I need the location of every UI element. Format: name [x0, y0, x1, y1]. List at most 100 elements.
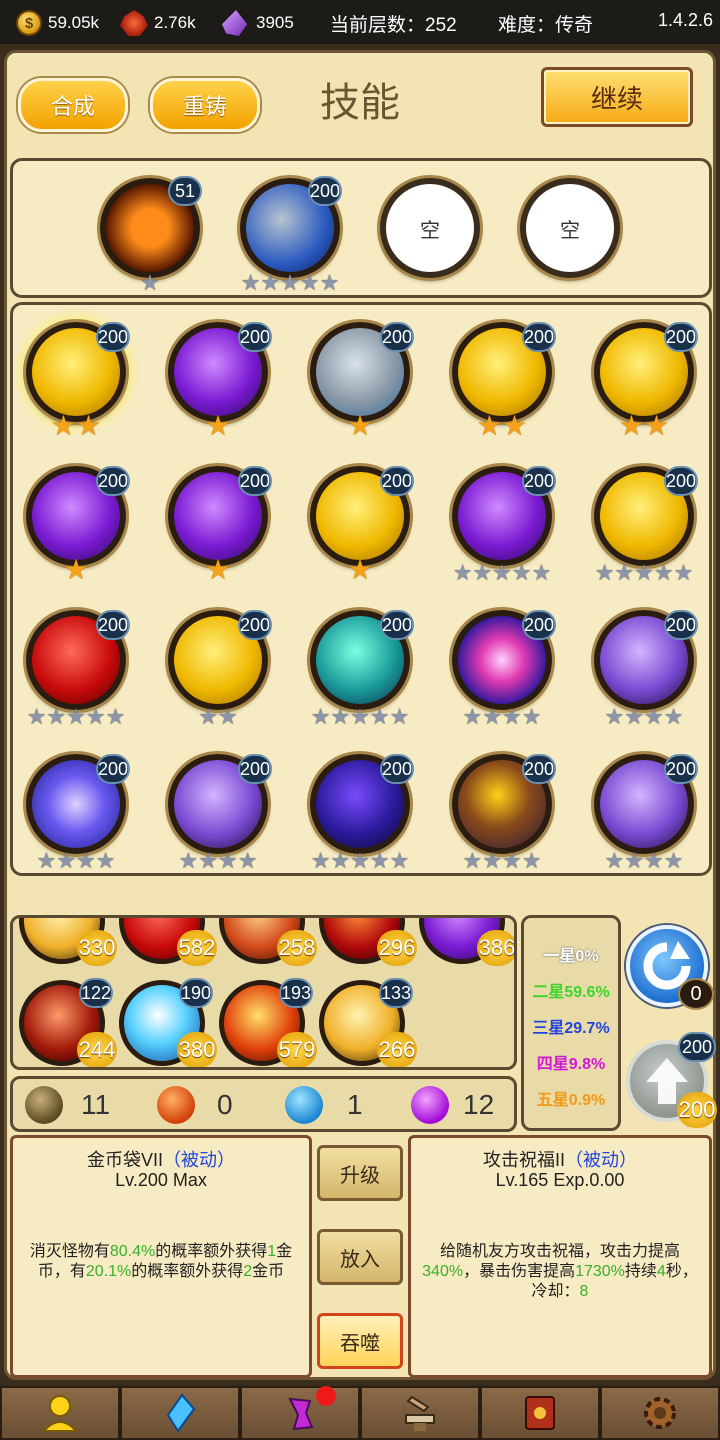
prob-3star: 三星29.7% [532, 1020, 610, 1037]
continue-button[interactable]: 继续 [541, 67, 693, 127]
hero-icon [41, 1395, 79, 1432]
star-icons: ★ [205, 410, 231, 441]
star-icons: ★ [140, 270, 160, 295]
highlight-value: 20.1% [85, 1263, 132, 1280]
skill-count-badge: 330 [77, 930, 117, 966]
skill-inventory[interactable]: 330 582 258 296 386 122 244 190 380 193 579 133 266 [10, 915, 517, 1070]
put-in-button[interactable]: 放入 [317, 1229, 403, 1285]
floor-label: 当前层数：252 [330, 15, 457, 36]
star-rating: ★★★★★ [584, 562, 704, 584]
skill-name-text: 攻击祝福II [482, 1150, 565, 1170]
tab-hero[interactable] [0, 1386, 120, 1440]
selected-skill-card: 金币袋VII（被动） Lv.200 Max 消灭怪物有80.4%的概率额外获得1… [10, 1135, 312, 1378]
tab-gems[interactable] [120, 1386, 240, 1440]
star-rating: ★★ [158, 706, 278, 728]
star-icons: ★★ [198, 704, 238, 729]
tab-settings[interactable] [600, 1386, 720, 1440]
upgrade-button[interactable]: 升级 [317, 1145, 403, 1201]
skill-level-badge: 200 [238, 322, 272, 352]
highlight-value: 340% [422, 1263, 464, 1280]
skill-count-badge: 266 [377, 1032, 417, 1067]
star-icons: ★★★★ [462, 704, 542, 729]
difficulty-label: 难度：传奇 [498, 15, 594, 36]
star-rating: ★ [16, 556, 136, 584]
tab-forge[interactable] [360, 1386, 480, 1440]
star-rating: ★★★★★ [300, 850, 420, 872]
star-rating: ★ [300, 556, 420, 584]
tab-spellbook[interactable] [480, 1386, 600, 1440]
skill-level-badge: 200 [664, 322, 698, 352]
tab-runes[interactable] [240, 1386, 360, 1440]
devour-button[interactable]: 吞噬 [317, 1313, 403, 1369]
page-title: 技能 [320, 81, 400, 125]
star-rating: ★★ [584, 412, 704, 440]
skill-count-badge: 296 [377, 930, 417, 966]
upgrade-cost-badge: 200 [677, 1092, 717, 1128]
recast-button[interactable]: 重铸 [150, 78, 260, 132]
star-rating: ★ [158, 556, 278, 584]
skill-level: Lv.200 Max [115, 1170, 207, 1190]
gem-value: 2.76k [154, 13, 196, 32]
skill-level-badge: 200 [380, 754, 414, 784]
highlight-value: 4 [656, 1263, 666, 1280]
prob-1star: 一星0% [543, 948, 599, 965]
desc-text: 金币 [252, 1263, 285, 1280]
spellbook-icon [525, 1396, 555, 1430]
star-icons: ★★★★ [604, 848, 684, 873]
star-rating: ★★★★★ [230, 272, 350, 294]
star-icons: ★★ [476, 410, 528, 441]
desc-text: 的概率额外获得 [155, 1243, 268, 1260]
merge-button[interactable]: 合成 [18, 78, 128, 132]
star-icons: ★ [63, 554, 89, 585]
star-rating: ★★★★★ [16, 706, 136, 728]
skill-level-badge: 200 [664, 610, 698, 640]
skill-description: 给随机友方攻击祝福，攻击力提高340%，暴击伤害提高1730%持续4秒，冷却：8 [419, 1242, 701, 1302]
skill-level: Lv.165 Exp.0.00 [495, 1170, 625, 1190]
skill-level-badge: 200 [664, 466, 698, 496]
arcane-orb-icon [411, 1086, 449, 1124]
skill-level-badge: 200 [96, 322, 130, 352]
star-icons: ★★★★★ [240, 270, 340, 295]
highlight-value: 1 [267, 1243, 277, 1260]
skill-type: （被动） [163, 1150, 235, 1170]
skill-description: 消灭怪物有80.4%的概率额外获得1金币，有20.1%的概率额外获得2金币 [21, 1242, 301, 1282]
water-count: 1 [347, 1089, 363, 1120]
crystal-value: 3905 [256, 13, 294, 32]
resource-bar: 11 0 1 12 [10, 1076, 517, 1132]
earth-orb-icon [25, 1086, 63, 1124]
empty-slot[interactable]: 空 [520, 178, 620, 278]
prob-4star: 四星9.8% [536, 1056, 606, 1073]
star-icons: ★ [205, 554, 231, 585]
star-rating: ★ [158, 412, 278, 440]
highlight-value: 8 [579, 1283, 589, 1300]
skill-level-badge: 200 [522, 610, 556, 640]
skill-count-badge: 386 [477, 930, 514, 966]
crystal-counter: 3905 [222, 10, 294, 36]
desc-text: 消灭怪物有 [29, 1243, 110, 1260]
skill-level-badge: 200 [96, 466, 130, 496]
desc-text: 的概率额外获得 [131, 1263, 244, 1280]
skill-level-badge: 200 [522, 322, 556, 352]
star-rating: ★ [300, 412, 420, 440]
skill-level-badge: 200 [522, 466, 556, 496]
gem-crystal-icon [166, 1393, 196, 1433]
star-icons: ★★★★ [36, 848, 116, 873]
star-icons: ★ [347, 410, 373, 441]
skill-level-badge: 190 [179, 978, 213, 1008]
star-rating: ★★ [442, 412, 562, 440]
empty-slot[interactable]: 空 [380, 178, 480, 278]
skill-name: 金币袋VII（被动） [13, 1146, 309, 1172]
star-icons: ★★★★★ [452, 560, 552, 585]
skill-level-badge: 200 [238, 466, 272, 496]
star-icons: ★★ [50, 410, 102, 441]
skill-level-badge: 133 [379, 978, 413, 1008]
skill-level-badge: 200 [238, 754, 272, 784]
skill-name: 攻击祝福II（被动） [411, 1146, 709, 1172]
prob-2star: 二星59.6% [532, 984, 610, 1001]
star-icons: ★★★★★ [310, 848, 410, 873]
gem-counter: 2.76k [120, 10, 196, 36]
star-rating: ★★★★★ [442, 562, 562, 584]
arcane-count: 12 [463, 1089, 495, 1120]
star-icons: ★★★★★ [26, 704, 126, 729]
skill-type: （被动） [565, 1150, 637, 1170]
